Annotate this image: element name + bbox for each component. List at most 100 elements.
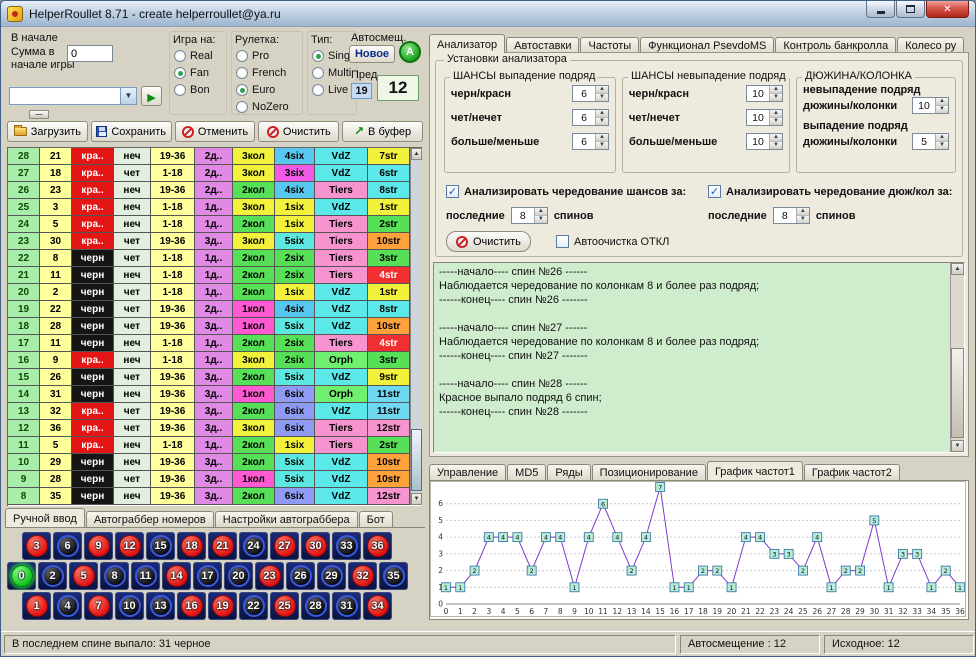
roulette-option-euro[interactable]: Euro [236,82,300,98]
nostreak-больше-меньше-spinner[interactable]: 10▲▼ [746,133,783,150]
roulette-option-french[interactable]: French [236,65,300,81]
table-row[interactable]: 1526чернчет19-363д..2кол5sixVdZ9str [8,369,422,386]
log-scroll-down-icon[interactable]: ▼ [951,440,964,452]
nostreak-чет-нечет-up-icon[interactable]: ▲ [770,110,782,118]
undo-button[interactable]: Отменить [175,121,256,142]
dozens-alternation-down-icon[interactable]: ▼ [797,216,809,223]
chart-tab-Позиционирование[interactable]: Позиционирование [592,464,706,480]
close-button[interactable]: ✕ [926,1,969,18]
chart-tab-Ряды[interactable]: Ряды [547,464,590,480]
table-row[interactable]: 1828чернчет19-363д..1кол5sixVdZ10str [8,318,422,335]
scroll-down-icon[interactable]: ▼ [411,493,422,505]
table-row[interactable]: 2821кра..неч19-362д..3кол4sixVdZ7str [8,148,422,165]
number-button-18[interactable]: 18 [177,532,206,560]
analyze-dozens-checkbox[interactable]: ✓ [708,185,721,198]
number-button-19[interactable]: 19 [208,592,237,620]
dozen-дюжины-колонки-spinner[interactable]: 10▲▼ [912,97,949,114]
chart-tab-График частот1[interactable]: График частот1 [707,461,803,480]
dozen-дюжины-колонки-down-icon[interactable]: ▼ [936,106,948,113]
collapse-button[interactable]: — [29,110,49,119]
type-option-singl[interactable]: Singl [312,48,354,64]
streak-больше-меньше-down-icon[interactable]: ▼ [596,142,608,149]
analyzer-tab-Функционал PsevdoMS[interactable]: Функционал PsevdoMS [640,37,774,53]
table-row[interactable]: 835черннеч19-363д..2кол6sixVdZ12str [8,488,422,505]
autoclean-checkbox[interactable] [556,235,569,248]
nostreak-черн-красн-down-icon[interactable]: ▼ [770,94,782,101]
number-button-27[interactable]: 27 [270,532,299,560]
analyzer-tab-Частоты[interactable]: Частоты [580,37,639,53]
number-button-1[interactable]: 1 [22,592,51,620]
save-button[interactable]: Сохранить [91,121,172,142]
start-sum-input[interactable] [67,45,113,62]
number-button-22[interactable]: 22 [239,592,268,620]
roulette-option-nozero[interactable]: NoZero [236,99,300,115]
number-button-35[interactable]: 35 [379,562,408,590]
dozens-alternation-up-icon[interactable]: ▲ [797,208,809,216]
table-row[interactable]: 115кра..неч1-181д..2кол1sixTiers2str [8,437,422,454]
type-radio-live[interactable] [312,84,324,96]
chart-tab-Управление[interactable]: Управление [429,464,506,480]
number-button-7[interactable]: 7 [84,592,113,620]
type-option-live[interactable]: Live [312,82,354,98]
number-button-5[interactable]: 5 [69,562,98,590]
clear-button[interactable]: Очистить [258,121,339,142]
input-tab-Настройки автограббера[interactable]: Настройки автограббера [215,511,358,527]
table-row[interactable]: 1332кра..чет19-363д..2кол6sixVdZ11str [8,403,422,420]
number-button-24[interactable]: 24 [239,532,268,560]
roulette-option-pro[interactable]: Pro [236,48,300,64]
table-row[interactable]: 1431черннеч19-363д..1кол6sixOrph11str [8,386,422,403]
table-row[interactable]: 928чернчет19-363д..1кол5sixVdZ10str [8,471,422,488]
chart-tab-График частот2[interactable]: График частот2 [804,464,900,480]
streak-больше-меньше-up-icon[interactable]: ▲ [596,134,608,142]
table-row[interactable]: 1029черннеч19-363д..2кол5sixVdZ10str [8,454,422,471]
chances-alternation-up-icon[interactable]: ▲ [535,208,547,216]
dozen-дюжины-колонки-down-icon[interactable]: ▼ [936,142,948,149]
game-option-bon[interactable]: Bon [174,82,224,98]
number-button-15[interactable]: 15 [146,532,175,560]
number-button-8[interactable]: 8 [100,562,129,590]
scrollbar-thumb[interactable] [411,429,422,491]
number-button-6[interactable]: 6 [53,532,82,560]
analyzer-tab-Контроль банкролла[interactable]: Контроль банкролла [775,37,896,53]
table-row[interactable]: 169кра..неч1-181д..3кол2sixOrph3str [8,352,422,369]
input-tab-Ручной ввод[interactable]: Ручной ввод [5,508,85,527]
table-row[interactable]: 228чернчет1-181д..2кол2sixTiers3str [8,250,422,267]
analyzer-tab-Автоставки[interactable]: Автоставки [506,37,579,53]
dozens-alternation-spinner[interactable]: 8▲▼ [773,207,810,224]
dozen-дюжины-колонки-up-icon[interactable]: ▲ [936,98,948,106]
numbers-combobox[interactable]: ▼ [9,87,137,105]
game-option-fan[interactable]: Fan [174,65,224,81]
number-button-36[interactable]: 36 [363,532,392,560]
nostreak-черн-красн-spinner[interactable]: 10▲▼ [746,85,783,102]
analyze-chances-checkbox[interactable]: ✓ [446,185,459,198]
number-button-32[interactable]: 32 [348,562,377,590]
analyzer-tab-Колесо ру[interactable]: Колесо ру [897,37,964,53]
analyzer-clear-button[interactable]: Очистить [446,231,531,252]
streak-чет-нечет-spinner[interactable]: 6▲▼ [572,109,609,126]
game-radio-fan[interactable] [174,67,186,79]
combo-dropdown-icon[interactable]: ▼ [120,88,136,104]
number-button-4[interactable]: 4 [53,592,82,620]
roulette-radio-euro[interactable] [236,84,248,96]
scroll-up-icon[interactable]: ▲ [411,148,422,160]
streak-больше-меньше-spinner[interactable]: 6▲▼ [572,133,609,150]
number-button-9[interactable]: 9 [84,532,113,560]
table-row[interactable]: 2718кра..чет1-182д..3кол3sixVdZ6str [8,165,422,182]
number-button-10[interactable]: 10 [115,592,144,620]
nostreak-чет-нечет-spinner[interactable]: 10▲▼ [746,109,783,126]
roulette-radio-pro[interactable] [236,50,248,62]
number-button-33[interactable]: 33 [332,532,361,560]
streak-черн-красн-down-icon[interactable]: ▼ [596,94,608,101]
type-radio-singl[interactable] [312,50,324,62]
number-button-30[interactable]: 30 [301,532,330,560]
nostreak-больше-меньше-up-icon[interactable]: ▲ [770,134,782,142]
number-button-20[interactable]: 20 [224,562,253,590]
number-button-3[interactable]: 3 [22,532,51,560]
table-row[interactable]: 2330кра..чет19-363д..3кол5sixTiers10str [8,233,422,250]
number-button-2[interactable]: 2 [38,562,67,590]
number-button-17[interactable]: 17 [193,562,222,590]
streak-чет-нечет-down-icon[interactable]: ▼ [596,118,608,125]
number-button-12[interactable]: 12 [115,532,144,560]
maximize-button[interactable] [896,1,925,18]
nostreak-больше-меньше-down-icon[interactable]: ▼ [770,142,782,149]
